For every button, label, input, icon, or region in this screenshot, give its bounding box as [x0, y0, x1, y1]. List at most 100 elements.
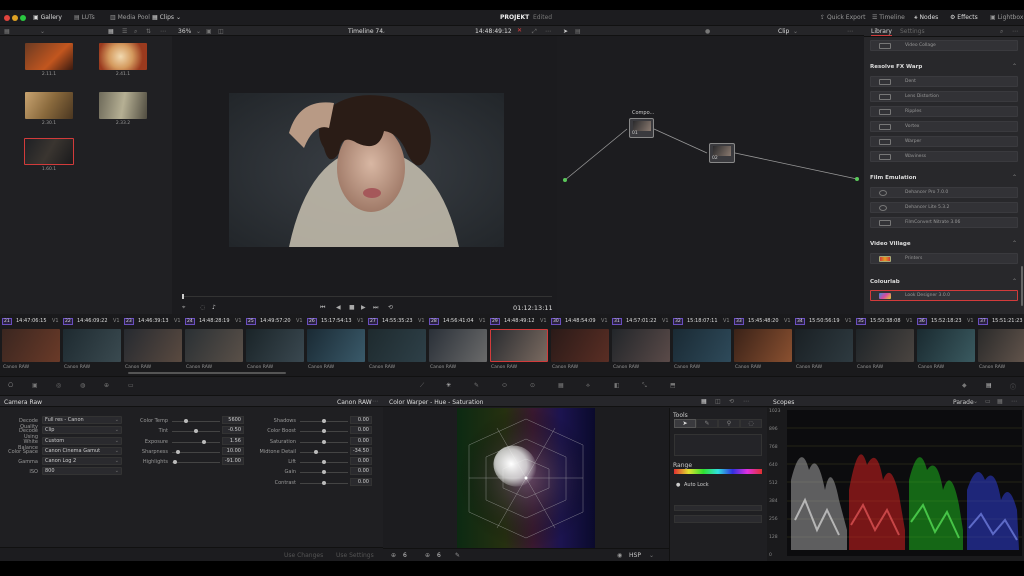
timeline-scrollbar[interactable]	[128, 372, 286, 374]
use-changes-button[interactable]: Use Changes	[284, 552, 323, 559]
sharpness-value[interactable]: 10.00	[222, 447, 244, 455]
quick-export-button[interactable]: ⇪ Quick Export	[820, 14, 865, 21]
qualifier-icon[interactable]: ✎	[474, 382, 479, 389]
pin-tool-button[interactable]: ✎	[696, 419, 718, 428]
still-thumbnail-4[interactable]	[99, 92, 147, 119]
library-item[interactable]: Vortex	[870, 121, 1018, 132]
library-item[interactable]: Lens Distortion	[870, 91, 1018, 102]
zoom-dropdown[interactable]: 36%	[178, 28, 191, 35]
highlights-slider[interactable]	[172, 460, 220, 464]
scope-options-icon[interactable]: ⋯	[1011, 398, 1017, 405]
shadows-value[interactable]: 0.00	[350, 416, 372, 424]
collapse-chevron-icon[interactable]: ⌃	[1012, 174, 1017, 181]
eyedropper-icon[interactable]: ✎	[455, 552, 460, 559]
sharpness-knob[interactable]	[176, 450, 180, 454]
saturation-knob[interactable]	[322, 440, 326, 444]
viewer-options-icon[interactable]: ⋯	[545, 28, 551, 35]
clip-thumbnail[interactable]	[246, 329, 304, 362]
warper-mode-icon[interactable]: ◫	[715, 398, 721, 405]
camera-raw-options-icon[interactable]: ⋯	[372, 398, 378, 405]
clip-thumbnail[interactable]	[673, 329, 731, 362]
color-picker-icon[interactable]: ⌖	[182, 304, 185, 312]
reset-tool-button[interactable]: ◌	[740, 419, 762, 428]
clips-tab[interactable]: ▦ Clips ⌄	[152, 14, 181, 21]
library-item[interactable]: Ripples	[870, 106, 1018, 117]
node-options-icon[interactable]: ▤	[575, 28, 581, 35]
color-mode-select[interactable]: HSP	[629, 552, 641, 559]
node-graph[interactable]	[557, 36, 864, 314]
section-film-emulation[interactable]: Film Emulation	[870, 175, 916, 181]
library-options-icon[interactable]: ⋯	[1012, 28, 1018, 35]
hdr-wheels-icon[interactable]: ◍	[80, 382, 85, 389]
color-temp-value[interactable]: 5600	[222, 416, 244, 424]
effects-toggle[interactable]: ⚙ Effects	[950, 14, 978, 21]
scope-layout-icon[interactable]: ▭	[985, 398, 991, 405]
contrast-knob[interactable]	[322, 481, 326, 485]
scope-grid-icon[interactable]: ▦	[997, 398, 1003, 405]
blur-icon[interactable]: ⟡	[586, 382, 590, 390]
library-search-icon[interactable]: ⌕	[1000, 28, 1003, 36]
collapse-chevron-icon[interactable]: ⌃	[1012, 278, 1017, 285]
clip-thumbnail[interactable]	[734, 329, 792, 362]
gallery-grid-icon[interactable]: ▦	[4, 28, 10, 35]
node-2[interactable]: 02	[709, 143, 735, 163]
hue-saturation-mesh[interactable]	[383, 408, 669, 548]
options-icon[interactable]: ⋯	[160, 28, 166, 35]
library-item[interactable]: Printers	[870, 253, 1018, 264]
nodes-toggle[interactable]: ⚹ Nodes	[914, 14, 938, 22]
node-more-icon[interactable]: ⋯	[847, 28, 853, 35]
sort-icon[interactable]: ⇅	[146, 28, 151, 35]
media-pool-tab[interactable]: ▥ Media Pool	[110, 14, 150, 21]
use-settings-button[interactable]: Use Settings	[336, 552, 374, 559]
clip-thumbnail[interactable]	[856, 329, 914, 362]
viewer-image[interactable]	[229, 93, 504, 247]
clip-thumbnail[interactable]	[368, 329, 426, 362]
lift-value[interactable]: 0.00	[350, 457, 372, 465]
scrub-handle[interactable]	[182, 294, 184, 299]
color-temp-slider[interactable]	[172, 419, 220, 423]
speaker-icon[interactable]: ♪	[212, 304, 216, 311]
list-view-icon[interactable]: ☰	[122, 28, 127, 35]
raw-source-dropdown[interactable]: Canon RAW	[337, 399, 372, 406]
white-balance-select[interactable]: Custom ⌄	[42, 437, 122, 445]
midtone-detail-slider[interactable]	[300, 450, 348, 454]
tracker-icon[interactable]: ⊙	[530, 382, 535, 389]
keyframes-icon[interactable]: ◆	[962, 382, 967, 389]
color-boost-knob[interactable]	[322, 429, 326, 433]
node-mode-dropdown[interactable]: Clip	[778, 28, 789, 35]
search-icon[interactable]: ⌕	[134, 28, 137, 36]
warper-options-icon[interactable]: ⋯	[743, 398, 749, 405]
gain-knob[interactable]	[322, 470, 326, 474]
tint-value[interactable]: -0.50	[222, 426, 244, 434]
range-slider-1[interactable]	[674, 505, 762, 511]
node-1[interactable]: 01	[629, 118, 654, 138]
midtone-detail-value[interactable]: -34.50	[350, 447, 372, 455]
tab-library[interactable]: Library	[871, 28, 892, 36]
tool-grid[interactable]	[674, 434, 762, 456]
rgb-mixer-icon[interactable]: ⊕	[104, 382, 109, 389]
scopes-icon[interactable]: ▤	[986, 382, 992, 389]
contrast-slider[interactable]	[300, 481, 348, 485]
library-item[interactable]: Dehancer Pro 7.0.0	[870, 187, 1018, 198]
hue-tool-button[interactable]: ⚲	[718, 419, 740, 428]
highlights-knob[interactable]	[173, 460, 177, 464]
shadows-knob[interactable]	[322, 419, 326, 423]
exposure-slider[interactable]	[172, 440, 220, 444]
collapse-chevron-icon[interactable]: ⌃	[1012, 240, 1017, 247]
info-icon[interactable]: ⓘ	[1010, 382, 1016, 391]
still-thumbnail-3[interactable]	[25, 92, 73, 119]
key-icon[interactable]: ◧	[614, 382, 620, 389]
library-item[interactable]: Warper	[870, 136, 1018, 147]
lift-slider[interactable]	[300, 460, 348, 464]
scope-mode-select[interactable]: Parade	[953, 399, 974, 406]
viewer-layout-icon[interactable]: ▣	[206, 28, 212, 35]
go-to-end-icon[interactable]: ⏭	[373, 304, 378, 312]
stop-icon[interactable]: ■	[349, 304, 355, 311]
section-colourlab[interactable]: Colourlab	[870, 279, 900, 285]
viewer-compare-icon[interactable]: ◫	[218, 28, 224, 35]
library-item-selected[interactable]: Look Designer 3.0.0	[870, 290, 1018, 301]
decode-using-select[interactable]: Clip ⌄	[42, 426, 122, 434]
timeline-name[interactable]: Timeline 74	[348, 28, 383, 35]
iso-select[interactable]: 800 ⌄	[42, 467, 122, 475]
lift-knob[interactable]	[322, 460, 326, 464]
